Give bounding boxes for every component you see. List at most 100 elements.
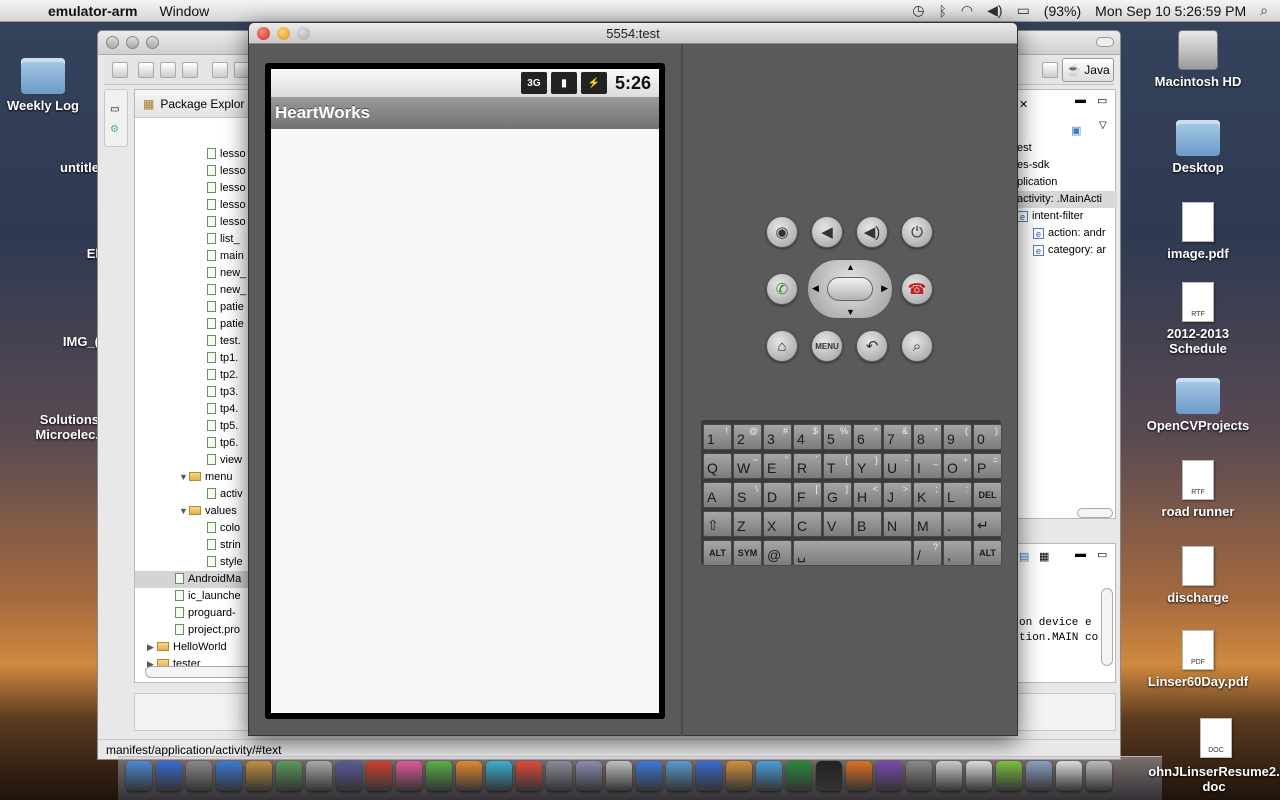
- key-0-7[interactable]: 8 *: [913, 424, 942, 450]
- dock-app-icon[interactable]: [606, 761, 632, 791]
- camera-icon[interactable]: ◉: [766, 216, 798, 248]
- dock-app-icon[interactable]: [936, 761, 962, 791]
- restore-icon[interactable]: ▭: [110, 104, 119, 115]
- minimize-button[interactable]: [126, 36, 139, 49]
- dock-app-icon[interactable]: [726, 761, 752, 791]
- close-button[interactable]: [257, 27, 270, 40]
- dock-app-icon[interactable]: [996, 761, 1022, 791]
- key-4-1[interactable]: SYM: [733, 540, 762, 566]
- dock-app-icon[interactable]: [816, 761, 842, 791]
- dock-app-icon[interactable]: [216, 761, 242, 791]
- save-icon[interactable]: [138, 62, 154, 78]
- desktop-icon-resume-file[interactable]: DOC: [1186, 718, 1246, 758]
- key-3-3[interactable]: C: [793, 511, 822, 537]
- dock-app-icon[interactable]: [546, 761, 572, 791]
- desktop-icon-macintosh-hd[interactable]: Macintosh HD: [1138, 30, 1258, 89]
- outline-item[interactable]: e action: andr: [1033, 225, 1117, 242]
- key-3-5[interactable]: B: [853, 511, 882, 537]
- key-0-5[interactable]: 6 ^: [853, 424, 882, 450]
- key-1-3[interactable]: R `: [793, 453, 822, 479]
- desktop-icon-discharge[interactable]: discharge: [1138, 546, 1258, 605]
- desktop-icon-opencvprojects[interactable]: OpenCVProjects: [1138, 378, 1258, 433]
- key-4-3[interactable]: ␣: [793, 540, 912, 566]
- power-icon[interactable]: ⏻: [901, 216, 933, 248]
- dock-app-icon[interactable]: [156, 761, 182, 791]
- dpad-down-icon[interactable]: ▼: [846, 307, 855, 317]
- key-2-5[interactable]: H <: [853, 482, 882, 508]
- key-1-5[interactable]: Y}: [853, 453, 882, 479]
- desktop-icon-solutions[interactable]: Solutions Microelec.: [0, 370, 99, 442]
- key-0-2[interactable]: 3 #: [763, 424, 792, 450]
- dpad-left-icon[interactable]: ◀: [812, 283, 819, 294]
- key-1-1[interactable]: W ~: [733, 453, 762, 479]
- app-menu[interactable]: emulator-arm: [48, 3, 137, 19]
- search-icon[interactable]: ⌕: [901, 330, 933, 362]
- dock-app-icon[interactable]: [846, 761, 872, 791]
- wifi-icon[interactable]: ◠: [961, 2, 973, 19]
- new-console-icon[interactable]: ▦: [1039, 550, 1049, 563]
- android-sdk-icon[interactable]: [212, 62, 228, 78]
- dock-app-icon[interactable]: [756, 761, 782, 791]
- outline-item[interactable]: es-sdk: [1017, 157, 1117, 174]
- desktop-icon-el[interactable]: El: [0, 204, 99, 261]
- minimize-button[interactable]: [277, 27, 290, 40]
- key-4-6[interactable]: ALT: [973, 540, 1002, 566]
- spotlight-search-icon[interactable]: ⌕: [1260, 2, 1268, 19]
- key-3-8[interactable]: .: [943, 511, 972, 537]
- dock-app-icon[interactable]: [576, 761, 602, 791]
- dock-app-icon[interactable]: [786, 761, 812, 791]
- outline-item[interactable]: activity: .MainActi: [1017, 191, 1117, 208]
- bluetooth-icon[interactable]: ᛒ: [939, 3, 947, 19]
- time-machine-icon[interactable]: ◷: [912, 2, 924, 19]
- dpad-right-icon[interactable]: ▶: [881, 283, 888, 294]
- dock-app-icon[interactable]: [516, 761, 542, 791]
- desktop-icon-img[interactable]: IMG_(: [0, 292, 99, 349]
- key-0-8[interactable]: 9(: [943, 424, 972, 450]
- dock-app-icon[interactable]: [396, 761, 422, 791]
- volume-up-icon[interactable]: ◀): [856, 216, 888, 248]
- key-3-2[interactable]: X: [763, 511, 792, 537]
- open-perspective-icon[interactable]: [1042, 62, 1058, 78]
- dock-app-icon[interactable]: [1026, 761, 1052, 791]
- collapse-triangle-icon[interactable]: ▶: [147, 639, 157, 656]
- minimize-view-icon[interactable]: ▬: [1075, 548, 1086, 560]
- dock-app-icon[interactable]: [966, 761, 992, 791]
- key-3-4[interactable]: V: [823, 511, 852, 537]
- save-all-icon[interactable]: [160, 62, 176, 78]
- dock-app-icon[interactable]: [336, 761, 362, 791]
- dock-app-icon[interactable]: [666, 761, 692, 791]
- dock-app-icon[interactable]: [366, 761, 392, 791]
- zoom-button[interactable]: [297, 27, 310, 40]
- maximize-view-icon[interactable]: ▭: [1097, 548, 1107, 561]
- volume-icon[interactable]: ◀): [987, 2, 1002, 19]
- view-menu-icon[interactable]: ▽: [1099, 120, 1107, 131]
- dock-app-icon[interactable]: [456, 761, 482, 791]
- desktop-icon-road-runner[interactable]: RTF road runner: [1138, 460, 1258, 519]
- clock[interactable]: Mon Sep 10 5:26:59 PM: [1095, 3, 1246, 19]
- home-icon[interactable]: ⌂: [766, 330, 798, 362]
- key-0-3[interactable]: 4 $: [793, 424, 822, 450]
- dock-app-icon[interactable]: [246, 761, 272, 791]
- key-3-9[interactable]: ↵: [973, 511, 1002, 537]
- key-2-3[interactable]: F[: [793, 482, 822, 508]
- volume-down-icon[interactable]: ◀: [811, 216, 843, 248]
- key-4-4[interactable]: /?: [913, 540, 942, 566]
- print-icon[interactable]: [182, 62, 198, 78]
- expand-triangle-icon[interactable]: ▼: [179, 469, 189, 486]
- outline-item[interactable]: e category: ar: [1033, 242, 1117, 259]
- key-2-7[interactable]: K;: [913, 482, 942, 508]
- key-1-4[interactable]: T{: [823, 453, 852, 479]
- dock-app-icon[interactable]: [426, 761, 452, 791]
- console-scrollbar[interactable]: [1101, 588, 1113, 666]
- key-1-9[interactable]: P =: [973, 453, 1002, 479]
- end-call-icon[interactable]: ☎: [901, 273, 933, 305]
- key-4-2[interactable]: @: [763, 540, 792, 566]
- key-0-6[interactable]: 7 &: [883, 424, 912, 450]
- minimize-view-icon[interactable]: ▬: [1075, 94, 1086, 106]
- outline-item[interactable]: plication: [1017, 174, 1117, 191]
- new-icon[interactable]: [112, 62, 128, 78]
- key-2-2[interactable]: D: [763, 482, 792, 508]
- desktop-icon-weekly-log[interactable]: Weekly Log: [0, 58, 103, 113]
- key-0-4[interactable]: 5%: [823, 424, 852, 450]
- key-4-5[interactable]: ,: [943, 540, 972, 566]
